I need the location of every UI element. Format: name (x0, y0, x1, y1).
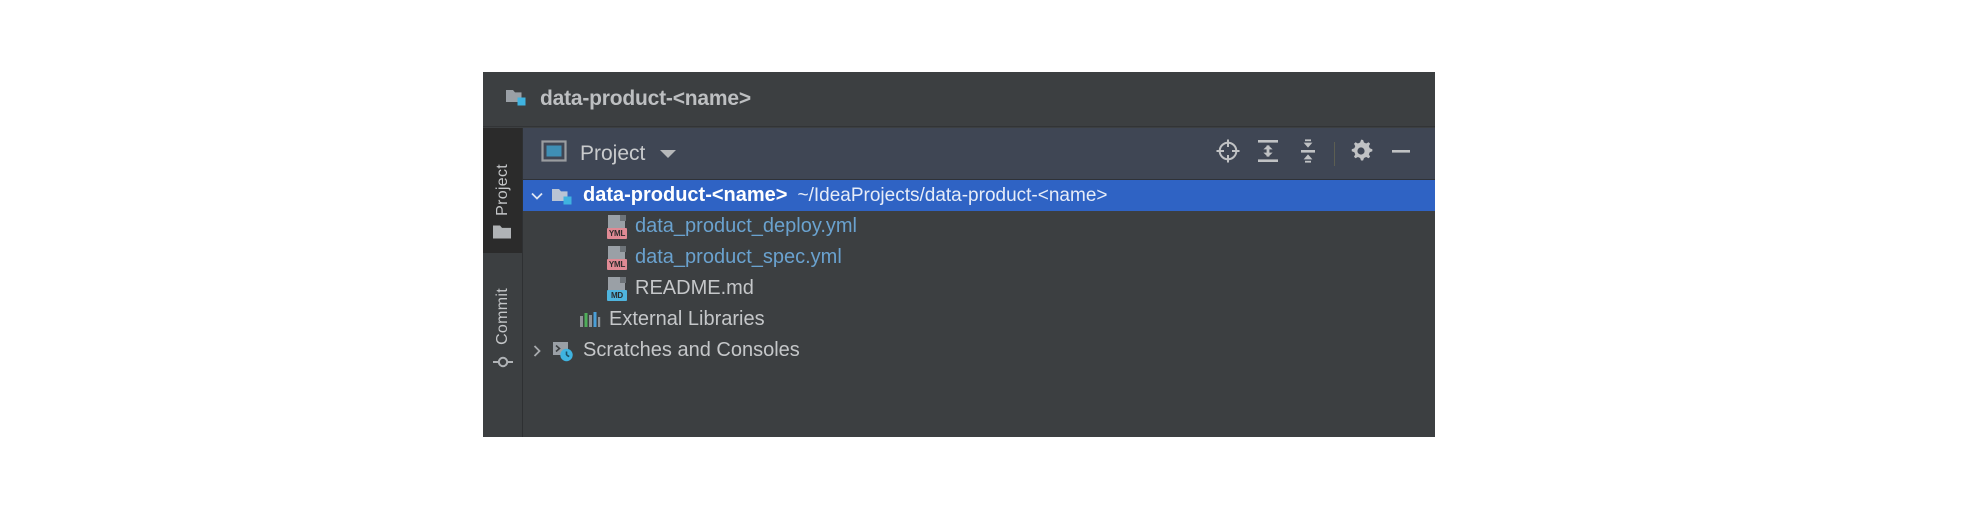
collapse-all-icon (1296, 138, 1320, 169)
project-folder-icon (505, 87, 529, 112)
sidebar-item-project-label: Project (493, 164, 511, 216)
md-badge-label: MD (607, 289, 627, 301)
yml-badge-label: YML (607, 227, 627, 239)
project-toolbar: Project (523, 128, 1435, 180)
chevron-down-icon[interactable] (660, 149, 677, 158)
chevron-down-icon[interactable] (523, 188, 551, 204)
yml-badge-label: YML (607, 258, 627, 270)
minimize-icon (1388, 138, 1414, 169)
crosshair-target-icon (1215, 138, 1241, 169)
project-view-icon (541, 140, 567, 167)
sidebar-item-commit-label: Commit (493, 288, 511, 345)
expand-all-icon (1256, 138, 1280, 169)
table-row[interactable]: data-product-<name> ~/IdeaProjects/data-… (523, 180, 1435, 211)
sidebar-item-commit[interactable]: Commit (483, 254, 522, 384)
tree-row-label: README.md (635, 277, 754, 299)
project-tool-window: data-product-<name> Project Commit Proje… (483, 72, 1435, 437)
tree-row-label: Scratches and Consoles (583, 339, 800, 361)
yml-file-icon: YML (607, 245, 627, 270)
project-view-selector[interactable]: Project (541, 140, 677, 167)
chevron-right-icon[interactable] (523, 343, 551, 359)
external-libraries-icon (579, 310, 601, 330)
table-row[interactable]: Scratches and Consoles (523, 335, 1435, 366)
project-view-selector-label: Project (580, 141, 646, 165)
yml-file-icon: YML (607, 214, 627, 239)
expand-all-button[interactable] (1248, 134, 1288, 174)
project-tree[interactable]: data-product-<name> ~/IdeaProjects/data-… (523, 180, 1435, 437)
settings-button[interactable] (1341, 134, 1381, 174)
tree-row-label: External Libraries (609, 308, 765, 330)
select-opened-file-button[interactable] (1208, 134, 1248, 174)
commit-icon (492, 352, 514, 377)
tree-row-path: ~/IdeaProjects/data-product-<name> (797, 184, 1108, 206)
table-row[interactable]: YML data_product_spec.yml (523, 242, 1435, 273)
content-column: Project data-product-<name> ~/IdeaProjec… (523, 128, 1435, 437)
toolbar-separator (1334, 141, 1335, 166)
hide-button[interactable] (1381, 134, 1421, 174)
table-row[interactable]: MD README.md (523, 273, 1435, 304)
sidebar-item-project[interactable]: Project (483, 128, 522, 253)
tool-window-strip: Project Commit (483, 128, 523, 437)
md-file-icon: MD (607, 276, 627, 301)
scratches-consoles-icon (551, 340, 575, 362)
toolbar-actions (1208, 134, 1421, 174)
table-row[interactable]: YML data_product_deploy.yml (523, 211, 1435, 242)
collapse-all-button[interactable] (1288, 134, 1328, 174)
panel-body: Project Commit Project data-product-<nam… (483, 128, 1435, 437)
folder-icon (492, 223, 513, 246)
page-title: data-product-<name> (540, 87, 751, 110)
tree-row-label: data_product_spec.yml (635, 246, 842, 268)
table-row[interactable]: External Libraries (523, 304, 1435, 335)
gear-icon (1348, 138, 1374, 169)
window-title-bar: data-product-<name> (483, 72, 1435, 127)
tree-row-label: data_product_deploy.yml (635, 215, 857, 237)
project-folder-icon (551, 186, 575, 206)
tree-row-label: data-product-<name> (583, 184, 788, 206)
